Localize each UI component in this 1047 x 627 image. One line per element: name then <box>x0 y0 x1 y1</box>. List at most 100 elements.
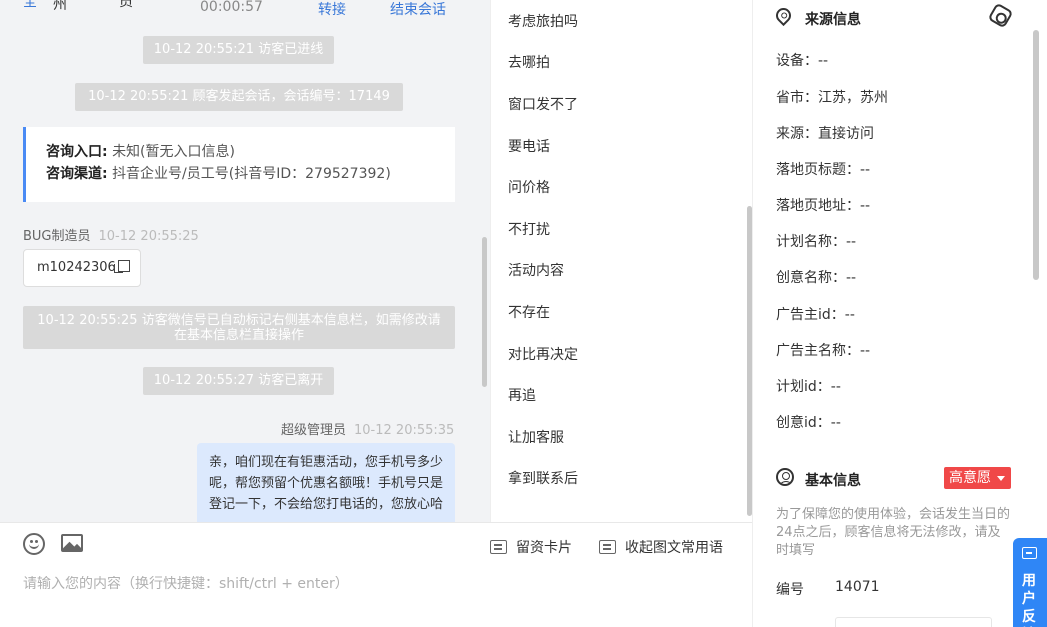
system-message: 10-12 20:55:21 访客已进线 <box>143 36 334 64</box>
caret-down-icon <box>997 476 1005 481</box>
message-sender: BUG制造员 10-12 20:55:25 <box>23 225 199 244</box>
message-timestamp: 10-12 20:55:25 <box>98 229 199 244</box>
session-region: 州 <box>53 0 67 13</box>
field-label: 广告主id： <box>776 307 845 323</box>
field-landing-url: 落地页地址：-- <box>776 195 870 215</box>
customer-info-panel: 来源信息 设备：-- 省市：江苏，苏州 来源：直接访问 落地页标题：-- 落地页… <box>752 0 1047 627</box>
feedback-icon <box>1022 547 1037 559</box>
edit-deadline-notice: 为了保障您的使用体验，会话发生当日的24点之后，顾客信息将无法修改，请及时填写 <box>776 507 1011 558</box>
quick-phrase-item[interactable]: 拿到联系后 <box>508 468 578 488</box>
field-province-city: 省市：江苏，苏州 <box>776 87 888 107</box>
quick-phrase-item[interactable]: 再追 <box>508 385 536 405</box>
wechat-id-message[interactable]: m10242306 <box>23 249 141 287</box>
field-value: -- <box>844 307 855 323</box>
field-value: -- <box>860 343 871 359</box>
field-advertiser-id: 广告主id：-- <box>776 304 855 324</box>
wechat-id-text: m10242306 <box>37 260 116 275</box>
consult-entry-label: 咨询入口: <box>46 144 108 160</box>
session-duration: 00:00:57 <box>200 0 263 15</box>
field-value: -- <box>860 162 871 178</box>
system-message: 10-12 20:55:27 访客已离开 <box>143 367 334 395</box>
field-landing-title: 落地页标题：-- <box>776 159 870 179</box>
consult-entry-value: 未知(暂无入口信息) <box>112 144 235 160</box>
quick-phrase-item[interactable]: 不存在 <box>508 302 550 322</box>
message-sender: 超级管理员 10-12 20:55:35 <box>281 419 454 438</box>
customer-id-value: 14071 <box>835 579 880 595</box>
message-icon <box>599 540 616 554</box>
field-label: 广告主名称： <box>776 343 860 359</box>
field-label: 省市： <box>776 90 818 106</box>
chat-panel: 全 州 员 00:00:57 转接 结束会话 10-12 20:55:21 访客… <box>0 0 490 522</box>
field-creative-name: 创意名称：-- <box>776 267 856 287</box>
field-value: -- <box>830 379 841 395</box>
field-creative-id: 创意id：-- <box>776 412 841 432</box>
quick-phrase-item[interactable]: 对比再决定 <box>508 344 578 364</box>
field-plan-id: 计划id：-- <box>776 376 841 396</box>
contact-card-button[interactable]: 留资卡片 <box>490 537 572 557</box>
agent-message-bubble: 亲，咱们现在有钜惠活动，您手机号多少呢，帮您预留个优惠名额哦！手机号只是登记一下… <box>197 443 455 522</box>
customer-id-label: 编号 <box>776 582 804 598</box>
quick-phrase-item[interactable]: 窗口发不了 <box>508 94 578 114</box>
field-value: 江苏，苏州 <box>818 90 888 106</box>
field-label: 来源： <box>776 126 818 142</box>
image-icon[interactable] <box>61 534 83 552</box>
field-advertiser-name: 广告主名称：-- <box>776 340 870 360</box>
consult-channel: 咨询渠道: 抖音企业号/员工号(抖音号ID：279527392) <box>46 163 435 185</box>
field-value: 直接访问 <box>818 126 874 142</box>
quick-phrases-panel: 考虑旅拍吗 去哪拍 窗口发不了 要电话 问价格 不打扰 活动内容 不存在 对比再… <box>490 0 752 522</box>
contact-card-label: 留资卡片 <box>516 540 572 556</box>
user-feedback-button[interactable]: 用户反馈 <box>1013 538 1047 627</box>
field-label: 创意id： <box>776 415 831 431</box>
chat-scrollbar[interactable] <box>482 237 487 387</box>
field-value: -- <box>830 415 841 431</box>
message-composer: 留资卡片 收起图文常用语 <box>0 522 752 627</box>
info-panel-scrollbar[interactable] <box>1033 30 1039 280</box>
field-value: -- <box>860 198 871 214</box>
chat-input[interactable] <box>23 576 723 592</box>
location-icon <box>772 4 795 27</box>
field-label: 创意名称： <box>776 270 846 286</box>
consult-channel-value: 抖音企业号/员工号(抖音号ID：279527392) <box>112 166 391 182</box>
quick-phrase-item[interactable]: 去哪拍 <box>508 52 550 72</box>
basic-info-title: 基本信息 <box>805 473 861 489</box>
field-source: 来源：直接访问 <box>776 123 874 143</box>
transfer-button[interactable]: 转接 <box>318 0 346 19</box>
end-session-button[interactable]: 结束会话 <box>390 0 446 19</box>
consult-entry: 咨询入口: 未知(暂无入口信息) <box>46 141 435 163</box>
quick-phrase-item[interactable]: 考虑旅拍吗 <box>508 11 578 31</box>
gear-icon[interactable] <box>987 2 1014 29</box>
field-label: 落地页地址： <box>776 198 860 214</box>
session-role: 员 <box>119 0 133 10</box>
field-value: -- <box>818 53 829 69</box>
user-circle-icon <box>776 468 794 486</box>
next-field-input[interactable] <box>835 617 992 627</box>
user-feedback-label: 用户反馈 <box>1022 573 1036 625</box>
field-device: 设备：-- <box>776 50 828 70</box>
field-value: -- <box>846 234 857 250</box>
session-header: 全 州 员 00:00:57 转接 结束会话 <box>0 0 490 20</box>
emoji-icon[interactable] <box>23 533 45 555</box>
intent-level-dropdown[interactable]: 高意愿 <box>944 467 1011 489</box>
quick-phrase-item[interactable]: 让加客服 <box>508 427 564 447</box>
message-icon <box>490 540 507 554</box>
copy-icon[interactable] <box>113 260 130 273</box>
field-label: 计划id： <box>776 379 831 395</box>
message-timestamp: 10-12 20:55:35 <box>354 423 455 438</box>
consult-info-card: 咨询入口: 未知(暂无入口信息) 咨询渠道: 抖音企业号/员工号(抖音号ID：2… <box>23 127 455 202</box>
system-message: 10-12 20:55:21 顾客发起会话，会话编号：17149 <box>75 83 403 111</box>
sender-name: BUG制造员 <box>23 229 91 244</box>
sender-name: 超级管理员 <box>281 423 347 438</box>
source-info-title: 来源信息 <box>805 12 861 28</box>
field-label: 落地页标题： <box>776 162 860 178</box>
quick-phrase-item[interactable]: 要电话 <box>508 136 550 156</box>
collapse-phrases-label: 收起图文常用语 <box>625 540 723 556</box>
field-label: 计划名称： <box>776 234 846 250</box>
collapse-phrases-button[interactable]: 收起图文常用语 <box>599 537 723 557</box>
quick-phrase-item[interactable]: 不打扰 <box>508 219 550 239</box>
quick-phrase-item[interactable]: 活动内容 <box>508 260 564 280</box>
quick-phrase-item[interactable]: 问价格 <box>508 177 550 197</box>
field-label: 设备： <box>776 53 818 69</box>
field-plan-name: 计划名称：-- <box>776 231 856 251</box>
intent-level-label: 高意愿 <box>949 470 991 486</box>
field-value: -- <box>846 270 857 286</box>
